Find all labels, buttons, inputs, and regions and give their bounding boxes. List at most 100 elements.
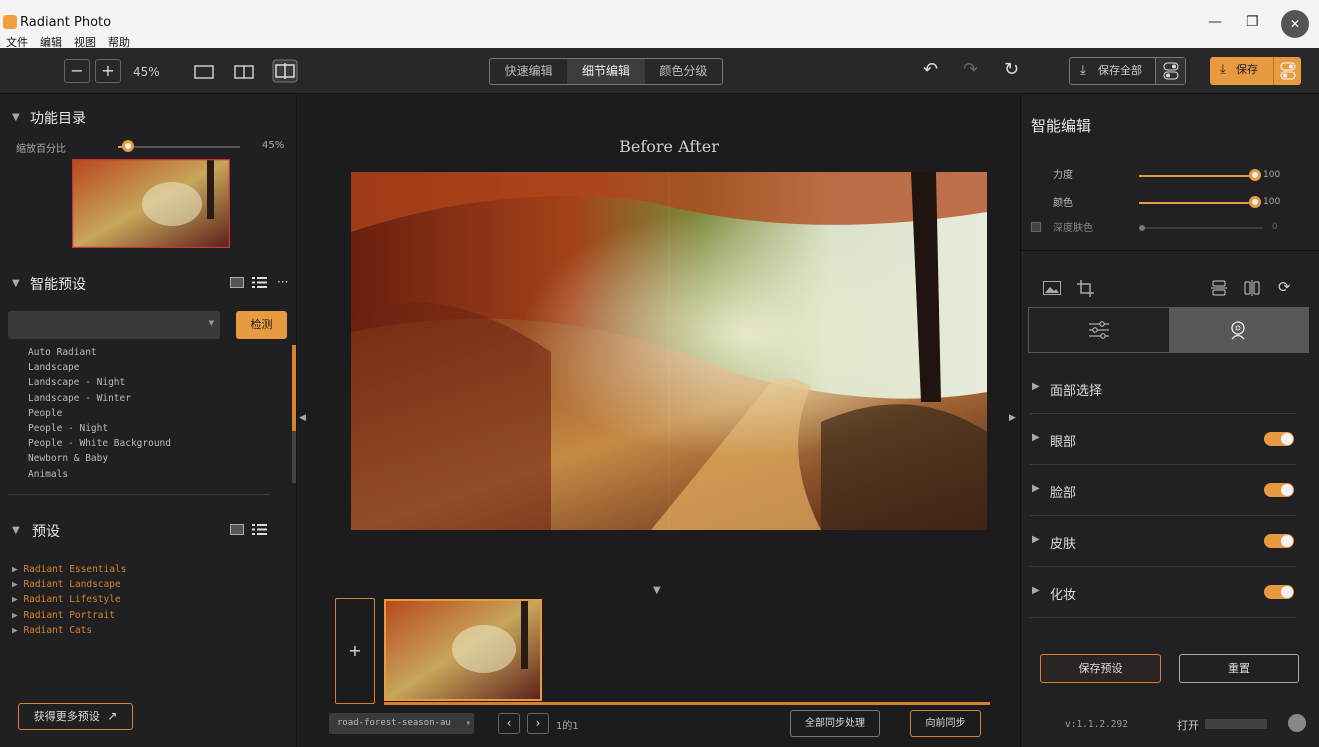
presets-list-view-icon[interactable]: [252, 524, 267, 535]
before-after-view-icon[interactable]: [272, 59, 298, 83]
list-item[interactable]: ▶ Radiant Essentials: [12, 562, 126, 577]
list-item[interactable]: ▶ Radiant Cats: [12, 623, 126, 638]
smart-presets-caret-icon[interactable]: ▼: [12, 278, 20, 289]
skin-toggle[interactable]: [1264, 534, 1294, 548]
list-item[interactable]: Landscape - Winter: [28, 391, 171, 406]
eyes-toggle[interactable]: [1264, 432, 1294, 446]
filename-dropdown[interactable]: road-forest-season-au ▼: [329, 713, 474, 734]
save-all-button[interactable]: 保存全部: [1098, 58, 1142, 84]
strength-value: 100: [1263, 170, 1281, 180]
single-view-icon[interactable]: [194, 65, 214, 79]
filmstrip-toggle-icon[interactable]: ▼: [653, 585, 661, 596]
collapse-left-icon[interactable]: ◀: [299, 413, 306, 423]
tab-adjustments[interactable]: [1029, 308, 1169, 352]
deep-skin-slider-handle[interactable]: [1139, 225, 1145, 231]
list-item[interactable]: People - White Background: [28, 436, 171, 451]
next-image-button[interactable]: ›: [527, 713, 549, 734]
sync-all-button[interactable]: 全部同步处理: [790, 710, 880, 737]
list-item[interactable]: People: [28, 406, 171, 421]
reset-button[interactable]: 重置: [1179, 654, 1299, 683]
catalog-title: 功能目录: [30, 111, 86, 127]
makeup-toggle[interactable]: [1264, 585, 1294, 599]
strength-slider-handle[interactable]: [1249, 169, 1261, 181]
face-toggle[interactable]: [1264, 483, 1294, 497]
split-view-icon[interactable]: [234, 65, 254, 79]
previous-image-button[interactable]: ‹: [498, 713, 520, 734]
list-item[interactable]: Newborn & Baby: [28, 451, 171, 466]
zoom-in-button[interactable]: +: [95, 59, 121, 83]
tab-detail-edit[interactable]: 细节编辑: [567, 59, 645, 84]
account-avatar-icon[interactable]: [1288, 714, 1306, 732]
chevron-down-icon: ▼: [466, 720, 470, 727]
list-item[interactable]: People - Night: [28, 421, 171, 436]
caret-right-icon: ▶: [12, 579, 24, 591]
restore-icon[interactable]: ❐: [1246, 14, 1259, 30]
save-options-icon[interactable]: [1273, 57, 1301, 85]
redo-icon[interactable]: ↷: [963, 59, 978, 80]
navigator-thumbnail[interactable]: [72, 159, 230, 248]
section-face[interactable]: ▶ 脸部: [1030, 466, 1296, 516]
color-slider-handle[interactable]: [1249, 196, 1261, 208]
save-button[interactable]: 保存: [1236, 57, 1258, 83]
list-item[interactable]: ▶ Radiant Lifestyle: [12, 592, 126, 607]
save-preset-button[interactable]: 保存预设: [1040, 654, 1161, 683]
zoom-slider-track[interactable]: [118, 146, 240, 148]
preset-dropdown[interactable]: ▼: [8, 311, 220, 339]
add-image-button[interactable]: +: [335, 598, 375, 704]
grid-view-icon[interactable]: [230, 277, 244, 288]
section-skin[interactable]: ▶ 皮肤: [1030, 517, 1296, 567]
detect-button[interactable]: 检测: [236, 311, 287, 339]
list-item[interactable]: Landscape: [28, 360, 171, 375]
presets-grid-view-icon[interactable]: [230, 524, 244, 535]
caret-right-icon: ▶: [12, 609, 24, 621]
zoom-out-button[interactable]: −: [64, 59, 90, 83]
zoom-slider-handle[interactable]: [122, 140, 134, 152]
scrollbar-thumb[interactable]: [292, 345, 296, 431]
caret-right-icon: ▶: [1032, 432, 1040, 443]
list-item[interactable]: ▶ Radiant Portrait: [12, 608, 126, 623]
presets-caret-icon[interactable]: ▼: [12, 525, 20, 536]
undo-icon[interactable]: ↶: [923, 59, 938, 80]
minimize-icon[interactable]: —: [1208, 14, 1222, 30]
tab-color-grading[interactable]: 颜色分级: [645, 59, 722, 84]
caret-right-icon: ▶: [12, 594, 24, 606]
sliders-icon: [1089, 321, 1109, 339]
filmstrip-thumbnail[interactable]: [384, 599, 542, 701]
chevron-down-icon: ▼: [208, 319, 214, 327]
close-icon[interactable]: ✕: [1281, 10, 1309, 38]
catalog-caret-icon[interactable]: ▼: [12, 112, 20, 123]
reset-icon[interactable]: ↻: [1004, 59, 1019, 80]
list-view-icon[interactable]: [252, 277, 267, 288]
crop-icon[interactable]: [1077, 280, 1094, 297]
list-item[interactable]: ▶ Radiant Landscape: [12, 577, 126, 592]
save-download-icon: ⤓: [1220, 62, 1226, 77]
get-more-presets-button[interactable]: 获得更多预设 ↗: [18, 703, 133, 730]
collapse-right-icon[interactable]: ▶: [1009, 413, 1016, 423]
title-bar: Radiant Photo 文件 编辑 视图 帮助 — ❐ ✕: [0, 0, 1319, 49]
face-icon: [1230, 321, 1245, 340]
color-label: 颜色: [1053, 198, 1073, 209]
section-face-selection[interactable]: ▶ 面部选择: [1030, 364, 1296, 414]
main-toolbar: − + 45% 快速编辑 细节编辑 颜色分级 ↶ ↷ ↻ ⤓ 保存全部 ⤓ 保存: [0, 48, 1319, 94]
image-icon[interactable]: [1043, 281, 1061, 295]
filmstrip-scrollbar[interactable]: [384, 702, 990, 705]
save-all-options-icon[interactable]: [1155, 58, 1185, 84]
deep-skin-checkbox[interactable]: [1031, 222, 1041, 232]
caret-right-icon: ▶: [12, 624, 24, 636]
tab-portrait[interactable]: [1168, 308, 1308, 352]
list-item[interactable]: Landscape - Night: [28, 375, 171, 390]
list-item[interactable]: Auto Radiant: [28, 345, 171, 360]
sync-forward-button[interactable]: 向前同步: [910, 710, 981, 737]
rotate-icon[interactable]: ⟳: [1278, 278, 1291, 296]
flip-vertical-icon[interactable]: [1211, 280, 1227, 296]
section-eyes[interactable]: ▶ 眼部: [1030, 415, 1296, 465]
list-item[interactable]: Animals: [28, 467, 171, 482]
main-photo-preview[interactable]: [351, 172, 987, 530]
open-label[interactable]: 打开: [1177, 717, 1199, 733]
section-makeup[interactable]: ▶ 化妆: [1030, 568, 1296, 618]
flip-horizontal-icon[interactable]: [1244, 280, 1260, 296]
tab-quick-edit[interactable]: 快速编辑: [490, 59, 567, 84]
more-options-icon[interactable]: ···: [277, 275, 288, 289]
deep-skin-slider-track[interactable]: [1139, 227, 1263, 229]
edit-tool-tabs: [1028, 307, 1309, 353]
